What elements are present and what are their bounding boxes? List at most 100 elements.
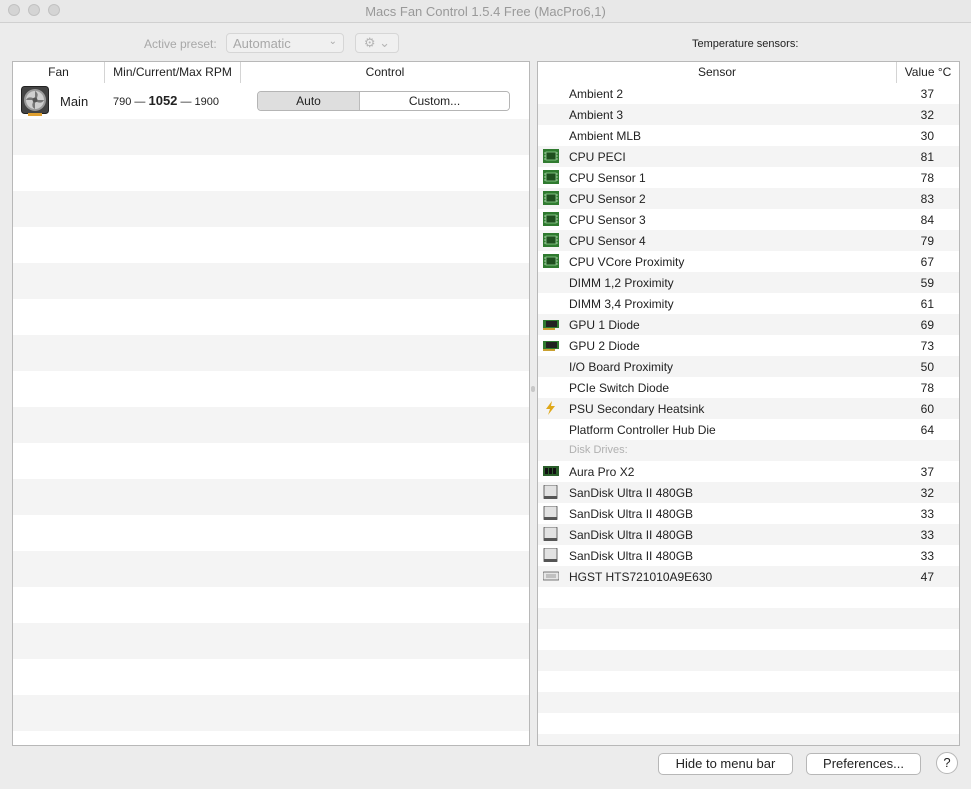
active-preset-label: Active preset: (144, 37, 217, 51)
fan-rpm-current: 1052 (148, 93, 178, 108)
split-view-handle[interactable] (531, 386, 535, 392)
sensor-row[interactable]: CPU Sensor 4 79 (538, 230, 959, 251)
disk-icon (543, 547, 559, 563)
sensor-row[interactable]: CPU VCore Proximity 67 (538, 251, 959, 272)
cpu-icon (543, 233, 559, 247)
sensor-row[interactable]: PSU Secondary Heatsink 60 (538, 398, 959, 419)
sensor-value: 73 (920, 339, 934, 353)
sensor-value: 50 (920, 360, 934, 374)
sensor-row[interactable]: DIMM 3,4 Proximity 61 (538, 293, 959, 314)
ssd-icon (543, 464, 559, 478)
sensor-value: 33 (920, 549, 934, 563)
sensor-name: SanDisk Ultra II 480GB (569, 507, 694, 521)
sensor-row[interactable]: CPU Sensor 1 78 (538, 167, 959, 188)
disk-icon (543, 526, 559, 542)
sensor-row[interactable]: Ambient 3 32 (538, 104, 959, 125)
sensor-row[interactable]: GPU 1 Diode 69 (538, 314, 959, 335)
control-column-header[interactable]: Control (241, 62, 529, 83)
fan-name: Main (60, 94, 89, 109)
sensor-name: PCIe Switch Diode (569, 381, 670, 395)
gpu-icon (543, 338, 559, 352)
sensor-value: 32 (920, 108, 934, 122)
sensor-row[interactable]: DIMM 1,2 Proximity 59 (538, 272, 959, 293)
sensor-value: 81 (920, 150, 934, 164)
sensor-section-header: Disk Drives: (538, 440, 959, 461)
sensor-row[interactable]: I/O Board Proximity 50 (538, 356, 959, 377)
sensor-value: 64 (920, 423, 934, 437)
sensor-name: Aura Pro X2 (569, 465, 635, 479)
sensor-name: CPU Sensor 3 (569, 213, 646, 227)
auto-button[interactable]: Auto (258, 92, 360, 110)
help-button[interactable]: ? (936, 752, 958, 774)
sensor-value: 32 (920, 486, 934, 500)
sensor-name: CPU VCore Proximity (569, 255, 685, 269)
sensor-name: DIMM 3,4 Proximity (569, 297, 674, 311)
sensor-row[interactable]: CPU Sensor 2 83 (538, 188, 959, 209)
sensor-column-header[interactable]: Sensor (538, 62, 897, 83)
sensor-row[interactable]: HGST HTS721010A9E630 47 (538, 566, 959, 587)
preferences-button[interactable]: Preferences... (806, 753, 921, 775)
sensor-row[interactable]: CPU Sensor 3 84 (538, 209, 959, 230)
sensor-table: Sensor Value °C Ambient 2 37 Ambient 3 32 Am… (537, 61, 960, 746)
sensor-value: 83 (920, 192, 934, 206)
sensor-row[interactable]: Ambient 2 37 (538, 83, 959, 104)
sensor-value: 33 (920, 507, 934, 521)
sensor-name: CPU Sensor 4 (569, 234, 646, 248)
fan-row-main[interactable]: Main 790 — 1052 — 1900 Auto Custom... (13, 83, 529, 119)
sensor-row[interactable]: Ambient MLB 30 (538, 125, 959, 146)
sensor-value: 84 (920, 213, 934, 227)
sensor-row[interactable]: Aura Pro X2 37 (538, 461, 959, 482)
fan-table: Fan Min/Current/Max RPM Control Main 790… (12, 61, 530, 746)
sensor-name: CPU Sensor 2 (569, 192, 646, 206)
active-preset-value: Automatic (233, 36, 291, 51)
title-bar: Macs Fan Control 1.5.4 Free (MacPro6,1) (0, 0, 971, 23)
sensor-value: 37 (920, 87, 934, 101)
sensor-name: Ambient 3 (569, 108, 624, 122)
preset-options-button[interactable]: ⚙ ⌄ (355, 33, 399, 53)
window-title: Macs Fan Control 1.5.4 Free (MacPro6,1) (365, 4, 606, 19)
rpm-column-header[interactable]: Min/Current/Max RPM (105, 62, 241, 83)
fan-rpm-max: 1900 (194, 96, 220, 108)
gear-icon: ⚙ ⌄ (363, 35, 391, 50)
fan-table-body (13, 83, 529, 745)
fan-column-header[interactable]: Fan (13, 62, 105, 83)
disk-icon (543, 484, 559, 500)
sensor-row[interactable]: SanDisk Ultra II 480GB 33 (538, 503, 959, 524)
sensor-row[interactable]: CPU PECI 81 (538, 146, 959, 167)
sensor-name: SanDisk Ultra II 480GB (569, 528, 694, 542)
hide-to-menu-bar-button[interactable]: Hide to menu bar (658, 753, 793, 775)
sensor-name: GPU 2 Diode (569, 339, 640, 353)
sensor-row[interactable]: GPU 2 Diode 73 (538, 335, 959, 356)
sensor-row[interactable]: SanDisk Ultra II 480GB 32 (538, 482, 959, 503)
sensor-name: Ambient 2 (569, 87, 624, 101)
sensor-row[interactable]: SanDisk Ultra II 480GB 33 (538, 524, 959, 545)
sensor-name: Platform Controller Hub Die (569, 423, 716, 437)
sensor-value: 78 (920, 171, 934, 185)
sensor-name: PSU Secondary Heatsink (569, 402, 705, 416)
sensor-name: SanDisk Ultra II 480GB (569, 549, 694, 563)
cpu-icon (543, 170, 559, 184)
sensor-row[interactable]: PCIe Switch Diode 78 (538, 377, 959, 398)
sensor-table-header: Sensor Value °C (538, 62, 959, 84)
chevron-down-icon: ⌄ (328, 36, 337, 47)
hdd-icon (542, 569, 560, 583)
cpu-icon (543, 149, 559, 163)
disk-icon (543, 505, 559, 521)
sensor-value: 47 (920, 570, 934, 584)
cpu-icon (543, 191, 559, 205)
fan-rpm-min: 790 (113, 96, 132, 108)
sensor-name: CPU PECI (569, 150, 626, 164)
rpm-separator: — (134, 96, 149, 108)
temperature-sensors-heading: Temperature sensors: (692, 38, 799, 50)
cpu-icon (543, 254, 559, 268)
sensor-value: 78 (920, 381, 934, 395)
sensor-name: I/O Board Proximity (569, 360, 674, 374)
sensor-row[interactable]: SanDisk Ultra II 480GB 33 (538, 545, 959, 566)
sensor-value: 37 (920, 465, 934, 479)
sensor-name: DIMM 1,2 Proximity (569, 276, 674, 290)
sensor-row[interactable]: Platform Controller Hub Die 64 (538, 419, 959, 440)
value-column-header[interactable]: Value °C (897, 62, 959, 83)
active-preset-select[interactable]: Automatic ⌄ (226, 33, 344, 53)
custom-button[interactable]: Custom... (360, 92, 509, 110)
sensor-name: GPU 1 Diode (569, 318, 640, 332)
